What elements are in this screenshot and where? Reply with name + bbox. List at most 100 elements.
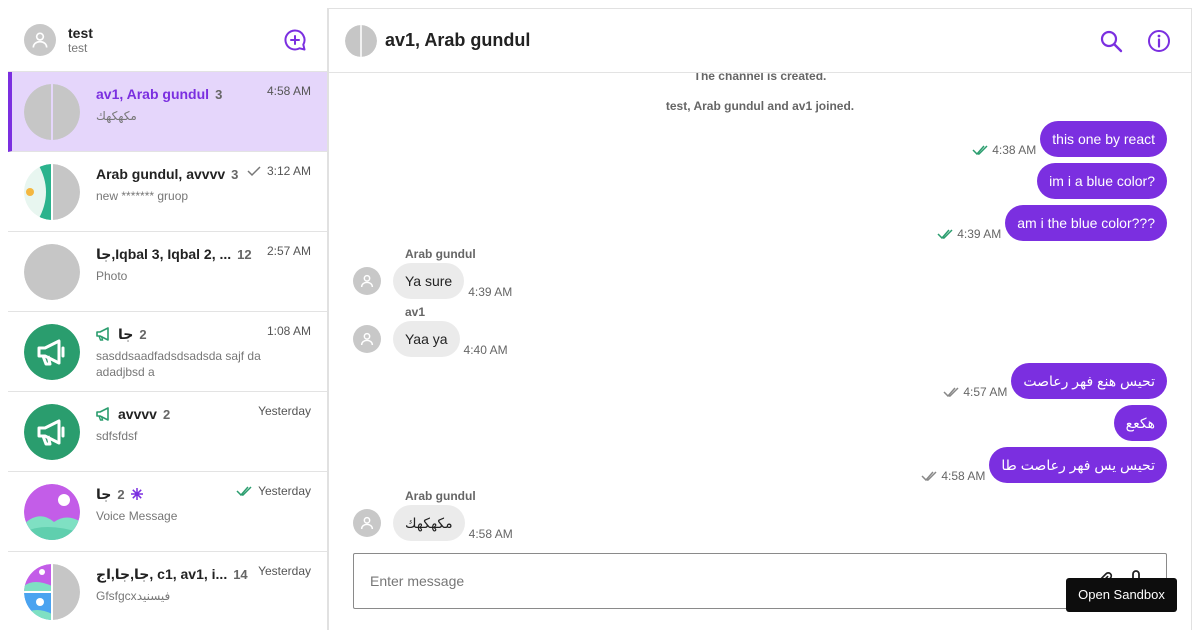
group-avatar (24, 84, 80, 140)
message-time: 4:58 AM (468, 527, 513, 541)
chat-time: Yesterday (258, 564, 311, 578)
sender-name: Arab gundul (405, 489, 476, 503)
member-count: 2 (162, 406, 171, 422)
member-count: 14 (233, 566, 248, 582)
group-avatar (24, 564, 80, 620)
open-sandbox-button[interactable]: Open Sandbox (1066, 578, 1177, 612)
chat-time: 2:57 AM (266, 244, 311, 258)
incoming-message: Ya sure 4:39 AM (353, 263, 512, 299)
message-bubble[interactable]: تحيس هنع فهر رعاصت (1011, 363, 1167, 399)
message-time: 4:38 AM (992, 143, 1037, 157)
search-icon (1100, 30, 1123, 53)
add-chat-icon (284, 29, 306, 51)
outgoing-message: هكعع (1113, 405, 1167, 441)
message-bubble[interactable]: im i a blue color? (1037, 163, 1167, 199)
chat-time: 3:12 AM (266, 164, 311, 178)
outgoing-message: 4:39 AM am i the blue color??? (937, 205, 1167, 241)
group-avatar (24, 164, 80, 220)
new-chat-button[interactable] (283, 28, 307, 52)
sender-avatar[interactable] (353, 509, 381, 537)
member-count: 2 (139, 326, 147, 342)
chat-title: جا,جا,اج, c1, av1, i... (96, 565, 228, 582)
search-button[interactable] (1099, 29, 1123, 53)
chat-item[interactable]: جا,Iqbal 3, Iqbal 2, ... 12 2:57 AM Phot… (8, 232, 327, 312)
chat-time: 1:08 AM (266, 324, 311, 338)
member-count: 2 (117, 486, 125, 502)
delivered-check-icon (921, 471, 937, 482)
chat-time: Yesterday (258, 484, 311, 498)
conversation-title: av1, Arab gundul (385, 30, 531, 50)
chat-title: جا (96, 485, 112, 502)
message-composer (353, 553, 1167, 609)
person-icon (360, 274, 374, 288)
user-name: test (68, 24, 93, 41)
read-check-icon (937, 229, 953, 240)
chat-item[interactable]: av1, Arab gundul 3 4:58 AM مكهكهك (8, 72, 327, 152)
message-time: 4:39 AM (468, 285, 513, 299)
outgoing-message: im i a blue color? (1037, 163, 1167, 199)
message-bubble[interactable]: this one by react (1040, 121, 1167, 157)
chat-title: av1, Arab gundul (96, 86, 210, 102)
delivered-check-icon (943, 387, 959, 398)
user-avatar[interactable] (24, 23, 56, 56)
message-input[interactable] (354, 554, 1034, 608)
sender-avatar[interactable] (353, 267, 381, 295)
message-bubble[interactable]: Ya sure (393, 263, 465, 299)
message-bubble[interactable]: am i the blue color??? (1005, 205, 1167, 241)
group-avatar (24, 244, 80, 300)
conversation-header: av1, Arab gundul (329, 9, 1191, 73)
chat-preview: sasddsaadfadsdsadsda sajf da adadjbsd a (96, 349, 261, 379)
channel-avatar (24, 404, 80, 460)
system-message: test, Arab gundul and av1 joined. (665, 99, 855, 113)
sender-avatar[interactable] (353, 325, 381, 353)
message-list[interactable]: The channel is created. test, Arab gundu… (329, 73, 1191, 549)
megaphone-icon (96, 327, 112, 341)
chat-item[interactable]: Arab gundul, avvvv 3 3:12 AM new *******… (8, 152, 327, 232)
message-bubble[interactable]: مكهكهك (393, 505, 465, 541)
outgoing-message: 4:57 AM تحيس هنع فهر رعاصت (943, 363, 1167, 399)
message-time: 4:57 AM (963, 385, 1008, 399)
info-icon (1148, 30, 1170, 52)
chat-list-sidebar: test test av1, Arab gundul 3 4:58 AM مكه… (8, 8, 328, 630)
read-check-icon (236, 486, 252, 497)
member-count: 3 (231, 166, 239, 182)
chat-preview: new ******* gruop (96, 189, 189, 203)
chat-item[interactable]: جا,جا,اج, c1, av1, i... 14 Yesterday Gfs… (8, 552, 327, 630)
megaphone-icon (96, 407, 112, 421)
chat-preview: Gfsfgcxفيسنيد (96, 589, 171, 603)
sidebar-header: test test (8, 8, 327, 72)
user-info: test test (68, 25, 93, 55)
incoming-message: Yaa ya 4:40 AM (353, 321, 508, 357)
message-time: 4:58 AM (941, 469, 986, 483)
member-count: 12 (237, 246, 252, 262)
user-subtitle: test (68, 40, 88, 55)
info-button[interactable] (1147, 29, 1171, 53)
outgoing-message: 4:38 AM this one by react (972, 121, 1167, 157)
chat-title: جا (118, 325, 134, 342)
chat-item[interactable]: جا 2 Yesterday Voice Message (8, 472, 327, 552)
group-avatar (24, 484, 80, 540)
chat-preview: Voice Message (96, 509, 178, 523)
message-bubble[interactable]: هكعع (1113, 405, 1167, 441)
chat-title: Arab gundul, avvvv (96, 166, 226, 182)
incoming-message: مكهكهك 4:58 AM (353, 505, 513, 541)
snowflake-icon (130, 488, 143, 500)
message-bubble[interactable]: Yaa ya (393, 321, 460, 357)
outgoing-message: 4:58 AM تحيس يس فهر رعاصت طا (921, 447, 1167, 483)
person-icon (360, 332, 374, 346)
system-message: The channel is created. (693, 73, 827, 83)
message-time: 4:39 AM (957, 227, 1002, 241)
conversation-avatar[interactable] (345, 24, 377, 57)
member-count: 3 (215, 86, 223, 102)
chat-preview: مكهكهك (96, 109, 137, 123)
channel-avatar (24, 324, 80, 380)
chat-title: جا,Iqbal 3, Iqbal 2, ... (96, 245, 232, 262)
chat-preview: Photo (96, 269, 128, 283)
sent-check-icon (247, 166, 261, 177)
message-bubble[interactable]: تحيس يس فهر رعاصت طا (989, 447, 1167, 483)
read-check-icon (972, 145, 988, 156)
chat-item[interactable]: جا 2 1:08 AM sasddsaadfadsdsadsda sajf d… (8, 312, 327, 392)
chat-item[interactable]: avvvv 2 Yesterday sdfsfdsf (8, 392, 327, 472)
conversation-pane: av1, Arab gundul The channel is created.… (328, 8, 1192, 630)
person-icon (32, 31, 48, 48)
